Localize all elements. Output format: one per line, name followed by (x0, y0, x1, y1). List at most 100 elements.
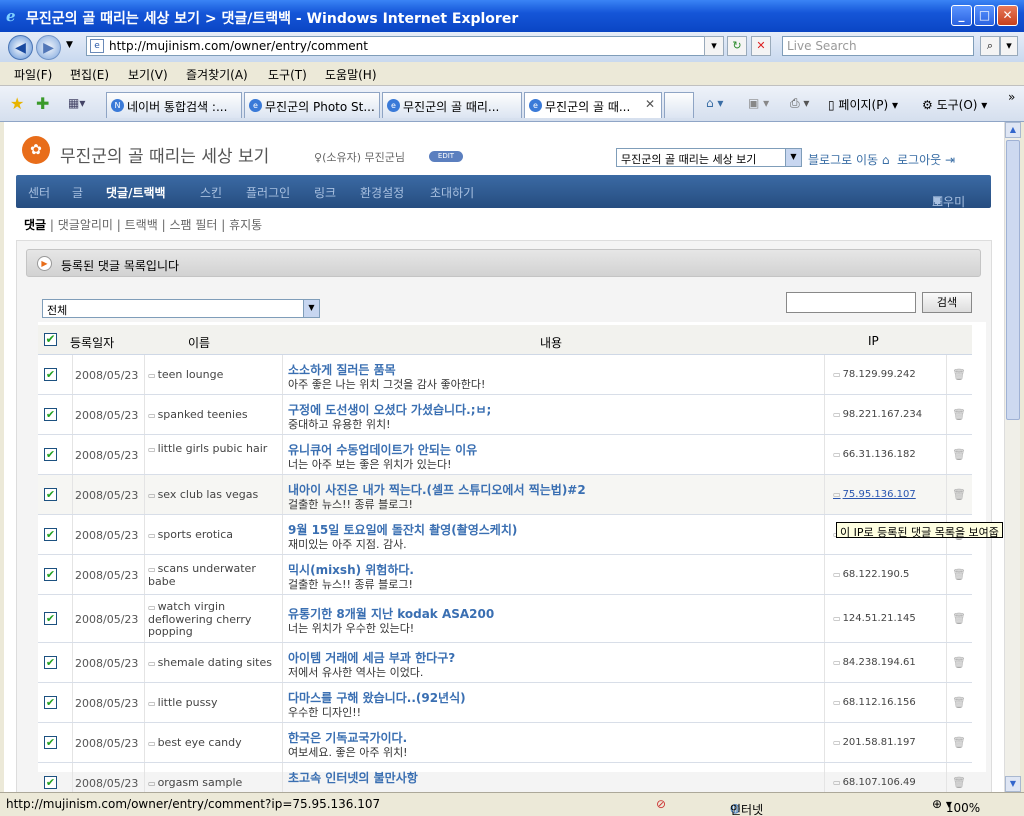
menu-help[interactable]: 도움말(H) (325, 66, 377, 83)
menu-tools[interactable]: 도구(T) (268, 66, 307, 83)
stop-icon[interactable]: ✕ (751, 36, 771, 56)
page-menu[interactable]: ▯ 페이지(P) ▾ (828, 96, 898, 113)
filter-select[interactable]: 전체 ▼ (42, 299, 320, 318)
row-checkbox[interactable]: ✔ (44, 612, 57, 625)
row-checkbox[interactable]: ✔ (44, 736, 57, 749)
address-dropdown-button[interactable]: ▾ (704, 36, 724, 56)
row-ip[interactable]: ▭ 201.58.81.197 (833, 737, 916, 748)
row-checkbox[interactable]: ✔ (44, 568, 57, 581)
row-name[interactable]: ▭ scans underwater babe (148, 563, 278, 588)
row-ip[interactable]: ▭ 75.95.136.107 (833, 489, 916, 500)
vertical-scrollbar[interactable]: ▲ ▼ (1004, 122, 1021, 792)
subnav-comments[interactable]: 댓글 (24, 218, 46, 232)
refresh-icon[interactable]: ↻ (727, 36, 747, 56)
row-ip[interactable]: ▭ 68.122.190.5 (833, 569, 909, 580)
quick-tabs-icon[interactable]: ▦▾ (68, 96, 85, 110)
trash-icon[interactable]: 🗑 (952, 696, 966, 709)
close-button[interactable]: ✕ (997, 5, 1018, 26)
row-ip[interactable]: ▭ 78.129.99.242 (833, 369, 916, 380)
address-field[interactable]: e http://mujinism.com/owner/entry/commen… (86, 36, 720, 56)
add-favorites-icon[interactable]: ✚ (36, 94, 49, 113)
row-ip[interactable]: ▭ 84.238.194.61 (833, 657, 916, 668)
subnav-trackback[interactable]: 트랙백 (125, 218, 158, 232)
tab-blog[interactable]: e 무진군의 골 때리... (382, 92, 522, 118)
row-ip[interactable]: ▭ 66.31.136.182 (833, 449, 916, 460)
tools-menu[interactable]: ⚙ 도구(O) ▾ (922, 96, 987, 113)
menu-file[interactable]: 파일(F) (14, 66, 52, 83)
row-name[interactable]: ▭ little pussy (148, 697, 278, 710)
nav-skin[interactable]: 스킨 (200, 184, 222, 201)
row-checkbox[interactable]: ✔ (44, 488, 57, 501)
scroll-thumb[interactable] (1006, 140, 1020, 420)
live-search-input[interactable]: Live Search (782, 36, 974, 56)
history-dropdown-icon[interactable]: ▼ (66, 40, 73, 50)
nav-plugin[interactable]: 플러그인 (246, 184, 290, 201)
trash-icon[interactable]: 🗑 (952, 656, 966, 669)
blog-select[interactable]: 무진군의 골 때리는 세상 보기 ▼ (616, 148, 802, 167)
trash-icon[interactable]: 🗑 (952, 368, 966, 381)
search-button[interactable]: 검색 (922, 292, 972, 313)
scroll-down-icon[interactable]: ▼ (1005, 776, 1021, 792)
search-icon[interactable]: ⌕ (980, 36, 1000, 56)
row-checkbox[interactable]: ✔ (44, 448, 57, 461)
row-name[interactable]: ▭ spanked teenies (148, 409, 278, 422)
row-checkbox[interactable]: ✔ (44, 368, 57, 381)
blog-title[interactable]: 무진군의 골 때리는 세상 보기 (60, 142, 269, 167)
row-name[interactable]: ▭ watch virgin deflowering cherry popping (148, 601, 278, 638)
maximize-button[interactable]: □ (974, 5, 995, 26)
tab-photo[interactable]: e 무진군의 Photo St... (244, 92, 380, 118)
trash-icon[interactable]: 🗑 (952, 568, 966, 581)
back-button[interactable]: ◀ (8, 35, 33, 60)
select-all-checkbox[interactable]: ✔ (44, 333, 57, 346)
tab-naver[interactable]: N 네이버 통합검색 :... (106, 92, 242, 118)
trash-icon[interactable]: 🗑 (952, 488, 966, 501)
row-name[interactable]: ▭ sex club las vegas (148, 489, 278, 502)
row-ip[interactable]: ▭ 124.51.21.145 (833, 613, 916, 624)
row-name[interactable]: ▭ orgasm sample (148, 777, 278, 790)
nav-link[interactable]: 링크 (314, 184, 336, 201)
row-title-link[interactable]: 초고속 인터넷의 불만사항 (288, 769, 418, 786)
logout-link[interactable]: 로그아웃 ⇥ (897, 151, 955, 168)
subnav-trash[interactable]: 휴지통 (229, 218, 262, 232)
row-checkbox[interactable]: ✔ (44, 696, 57, 709)
zoom-control[interactable]: ⊕ 100% ▾ (932, 797, 980, 815)
nav-settings[interactable]: 환경설정 (360, 184, 404, 201)
row-name[interactable]: ▭ teen lounge (148, 369, 278, 382)
trash-icon[interactable]: 🗑 (952, 736, 966, 749)
menu-favorites[interactable]: 즐겨찾기(A) (186, 66, 248, 83)
goto-blog-link[interactable]: 블로그로 이동 ⌂ (808, 151, 890, 168)
trash-icon[interactable]: 🗑 (952, 408, 966, 421)
print-icon[interactable]: ⎙ ▾ (790, 96, 809, 111)
nav-posts[interactable]: 글 (72, 184, 83, 201)
subnav-spam[interactable]: 스팸 필터 (169, 218, 217, 232)
search-input[interactable] (786, 292, 916, 313)
row-ip[interactable]: ▭ 98.221.167.234 (833, 409, 922, 420)
new-tab-button[interactable] (664, 92, 694, 118)
nav-center[interactable]: 센터 (28, 184, 50, 201)
row-ip[interactable]: ▭ 68.107.106.49 (833, 777, 916, 788)
menu-edit[interactable]: 편집(E) (70, 66, 109, 83)
row-name[interactable]: ▭ shemale dating sites (148, 657, 278, 670)
forward-button[interactable]: ▶ (36, 35, 61, 60)
row-checkbox[interactable]: ✔ (44, 656, 57, 669)
scroll-up-icon[interactable]: ▲ (1005, 122, 1021, 138)
row-name[interactable]: ▭ sports erotica (148, 529, 278, 542)
row-ip[interactable]: ▭ 68.112.16.156 (833, 697, 916, 708)
toolbar-overflow-icon[interactable]: » (1008, 90, 1015, 104)
trash-icon[interactable]: 🗑 (952, 612, 966, 625)
row-checkbox[interactable]: ✔ (44, 408, 57, 421)
privacy-icon[interactable]: ⊘ (656, 797, 666, 811)
trash-icon[interactable]: 🗑 (952, 448, 966, 461)
home-icon[interactable]: ⌂ ▾ (706, 96, 723, 110)
trash-icon[interactable]: 🗑 (952, 776, 966, 789)
row-checkbox[interactable]: ✔ (44, 528, 57, 541)
edit-badge[interactable]: EDIT (429, 151, 463, 162)
search-options-icon[interactable]: ▾ (1000, 36, 1018, 56)
row-checkbox[interactable]: ✔ (44, 776, 57, 789)
feeds-icon[interactable]: ▣ ▾ (748, 96, 769, 110)
tab-close-icon[interactable]: ✕ (645, 97, 655, 111)
tab-blog-active[interactable]: e 무진군의 골 때... ✕ (524, 92, 662, 118)
nav-comments[interactable]: 댓글/트랙백 (106, 184, 166, 201)
row-name[interactable]: ▭ little girls pubic hair (148, 443, 278, 456)
favorites-star-icon[interactable]: ★ (10, 94, 24, 113)
